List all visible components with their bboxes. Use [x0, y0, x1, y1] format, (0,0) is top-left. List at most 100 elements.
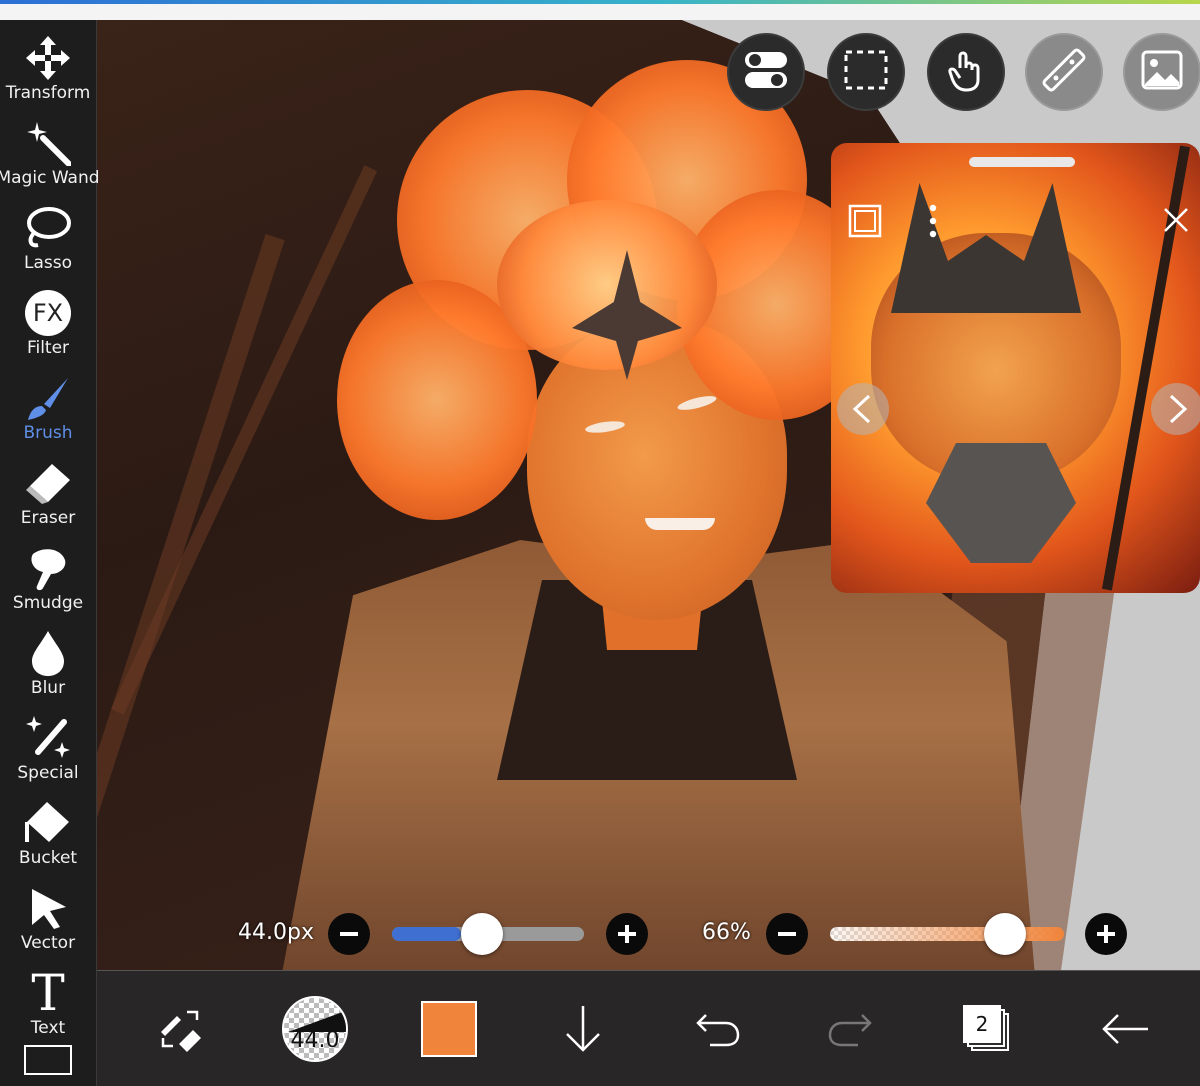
reference-window-button[interactable] — [1123, 33, 1200, 111]
undo-button[interactable] — [667, 971, 767, 1086]
reference-image-armor — [926, 443, 1076, 563]
fx-filter-icon: FX — [23, 288, 73, 338]
reference-window[interactable] — [831, 143, 1200, 593]
selection-rect-icon — [844, 50, 888, 94]
ruler-icon — [1042, 48, 1086, 96]
image-reference-icon — [1141, 50, 1183, 94]
reference-prev-button[interactable] — [837, 383, 889, 435]
brush-size-decrease-button[interactable] — [328, 913, 370, 955]
arrow-down-icon — [566, 1006, 600, 1052]
brush-icon — [23, 373, 73, 423]
reference-menu-button[interactable] — [923, 201, 943, 241]
tool-sidebar: Transform Magic Wand Lasso FX Filter Bru… — [0, 20, 100, 1086]
figure-mouth — [645, 518, 715, 530]
tool-blur[interactable]: Blur — [0, 615, 96, 700]
brush-size-increase-button[interactable] — [606, 913, 648, 955]
text-t-icon: T — [23, 968, 73, 1018]
selection-button[interactable] — [827, 33, 905, 111]
eraser-icon — [23, 458, 73, 508]
brush-preview: 44.0 — [282, 996, 348, 1062]
opacity-increase-button[interactable] — [1085, 913, 1127, 955]
brush-size-slider-row: 44.0px — [238, 910, 650, 958]
opacity-knob[interactable] — [984, 913, 1027, 955]
download-button[interactable] — [533, 971, 633, 1086]
more-tools-icon[interactable] — [24, 1045, 72, 1075]
reference-image-hat — [891, 183, 1081, 313]
more-vertical-icon — [929, 204, 937, 238]
sparkle-wand-icon — [23, 713, 73, 763]
status-bar — [0, 4, 1200, 20]
square-frame-icon — [848, 204, 882, 238]
layers-button[interactable]: 2 — [937, 971, 1037, 1086]
color-picker-button[interactable] — [399, 971, 499, 1086]
tool-magic-wand[interactable]: Magic Wand — [0, 105, 100, 190]
undo-icon — [696, 1014, 740, 1047]
reference-next-button[interactable] — [1151, 383, 1200, 435]
tool-vector[interactable]: Vector — [0, 870, 96, 955]
opacity-slider-row: 66% — [702, 910, 1132, 958]
tool-label: Filter — [26, 338, 70, 358]
current-color-swatch — [421, 1001, 477, 1057]
reference-close-button[interactable] — [1159, 203, 1193, 237]
tool-label: Magic Wand — [0, 168, 100, 188]
tool-label: Bucket — [18, 848, 78, 868]
opacity-value: 66% — [702, 920, 751, 945]
brush-size-value: 44.0px — [238, 920, 314, 945]
tool-label: Smudge — [12, 593, 84, 613]
minus-icon — [340, 932, 358, 936]
tool-label: Blur — [30, 678, 66, 698]
move-arrows-icon — [23, 33, 73, 83]
ruler-button[interactable] — [1025, 33, 1103, 111]
bottom-toolbar: 44.0 2 — [97, 970, 1200, 1086]
tool-bucket[interactable]: Bucket — [0, 785, 96, 870]
fx-glyph: FX — [25, 290, 71, 336]
chevron-right-icon — [1169, 394, 1188, 424]
redo-button[interactable] — [801, 971, 901, 1086]
brush-eraser-swap-button[interactable] — [130, 971, 230, 1086]
tool-transform[interactable]: Transform — [0, 20, 96, 105]
settings-toggle-button[interactable] — [727, 33, 805, 111]
tool-label: Text — [30, 1018, 66, 1038]
back-button[interactable] — [1075, 971, 1175, 1086]
tool-label: Lasso — [23, 253, 72, 273]
brush-preview-value: 44.0 — [290, 1028, 340, 1053]
smudge-finger-icon — [23, 543, 73, 593]
cursor-arrow-icon — [23, 883, 73, 933]
tool-label: Eraser — [20, 508, 76, 528]
lasso-icon — [23, 203, 73, 253]
tool-label: Special — [17, 763, 79, 783]
tool-eraser[interactable]: Eraser — [0, 445, 96, 530]
layer-count: 2 — [963, 1005, 1001, 1043]
figure-hair — [497, 200, 717, 370]
reference-drag-handle[interactable] — [969, 157, 1075, 167]
brush-preview-button[interactable]: 44.0 — [265, 971, 365, 1086]
brush-size-knob[interactable] — [461, 913, 504, 955]
redo-icon — [828, 1014, 872, 1047]
tool-filter[interactable]: FX Filter — [0, 275, 96, 360]
close-icon — [1164, 208, 1188, 232]
chevron-left-icon — [852, 394, 871, 424]
tool-smudge[interactable]: Smudge — [0, 530, 96, 615]
minus-icon — [778, 932, 796, 936]
magic-wand-icon — [23, 118, 73, 168]
opacity-decrease-button[interactable] — [766, 913, 808, 955]
brush-size-fill — [392, 927, 462, 941]
arrow-left-icon — [1102, 1014, 1148, 1044]
droplet-icon — [23, 628, 73, 678]
paint-bucket-icon — [23, 798, 73, 848]
plus-icon — [1097, 925, 1115, 943]
opacity-track[interactable] — [830, 927, 1064, 941]
tool-brush[interactable]: Brush — [0, 360, 96, 445]
tool-label: Transform — [5, 83, 91, 103]
reference-fit-button[interactable] — [847, 203, 883, 239]
plus-icon — [618, 925, 636, 943]
swap-brush-eraser-icon — [161, 1010, 201, 1052]
touch-settings-button[interactable] — [927, 33, 1005, 111]
tool-lasso[interactable]: Lasso — [0, 190, 96, 275]
tool-text[interactable]: T Text — [0, 955, 96, 1040]
text-glyph: T — [31, 964, 65, 1022]
layers-icon: 2 — [963, 1005, 1011, 1053]
tool-label: Brush — [23, 423, 73, 443]
toggle-switches-icon — [743, 50, 789, 94]
tool-special[interactable]: Special — [0, 700, 96, 785]
